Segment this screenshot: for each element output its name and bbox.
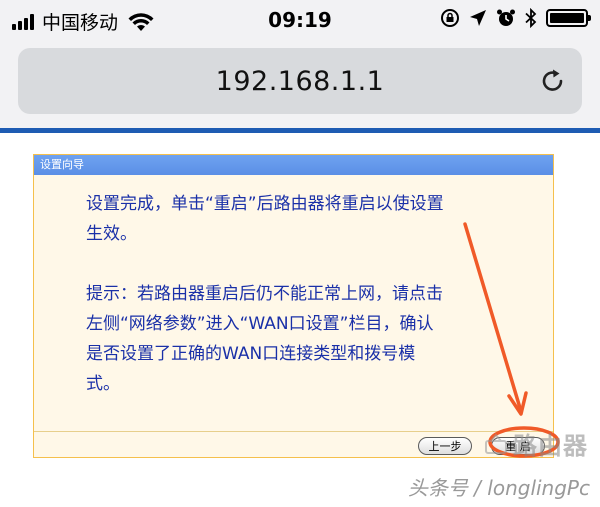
battery-icon <box>546 9 591 27</box>
message-line: 设置完成，单击“重启”后路由器将重启以使设置 <box>86 194 444 214</box>
dialog-footer: 上一步 重 启 <box>34 432 553 457</box>
bluetooth-icon <box>525 8 537 28</box>
previous-step-button[interactable]: 上一步 <box>418 437 472 455</box>
address-bar[interactable]: 192.168.1.1 <box>18 48 582 114</box>
hint-line: 提示：若路由器重启后仍不能正常上网，请点击 <box>86 284 443 304</box>
watermark-credit: 头条号 / longlingPc <box>407 476 590 500</box>
location-icon <box>470 10 486 26</box>
url-text: 192.168.1.1 <box>215 66 385 97</box>
alarm-icon <box>497 9 515 26</box>
reload-icon[interactable] <box>538 66 568 96</box>
message-line: 生效。 <box>86 224 137 244</box>
hint-line: 是否设置了正确的WAN口连接类型和拨号模 <box>86 344 416 364</box>
router-logo-icon <box>485 432 507 454</box>
dialog-title: 设置向导 <box>34 155 553 175</box>
dialog-message: 设置完成，单击“重启”后路由器将重启以使设置 生效。 提示：若路由器重启后仍不能… <box>86 189 506 399</box>
watermark-brand: 路由器 <box>513 432 588 460</box>
status-bar-right <box>440 8 591 28</box>
browser-toolbar: 192.168.1.1 <box>0 40 600 128</box>
dialog-body: 设置完成，单击“重启”后路由器将重启以使设置 生效。 提示：若路由器重启后仍不能… <box>34 175 553 431</box>
hint-line: 左侧“网络参数”进入“WAN口设置”栏目，确认 <box>86 314 434 334</box>
orientation-lock-icon <box>441 9 459 27</box>
hint-line: 式。 <box>86 374 120 394</box>
router-header-bar <box>0 128 600 133</box>
status-bar: 中国移动 09:19 <box>0 0 600 40</box>
setup-wizard-dialog: 设置向导 设置完成，单击“重启”后路由器将重启以使设置 生效。 提示：若路由器重… <box>33 154 554 458</box>
watermark: 路由器 <box>485 426 588 461</box>
